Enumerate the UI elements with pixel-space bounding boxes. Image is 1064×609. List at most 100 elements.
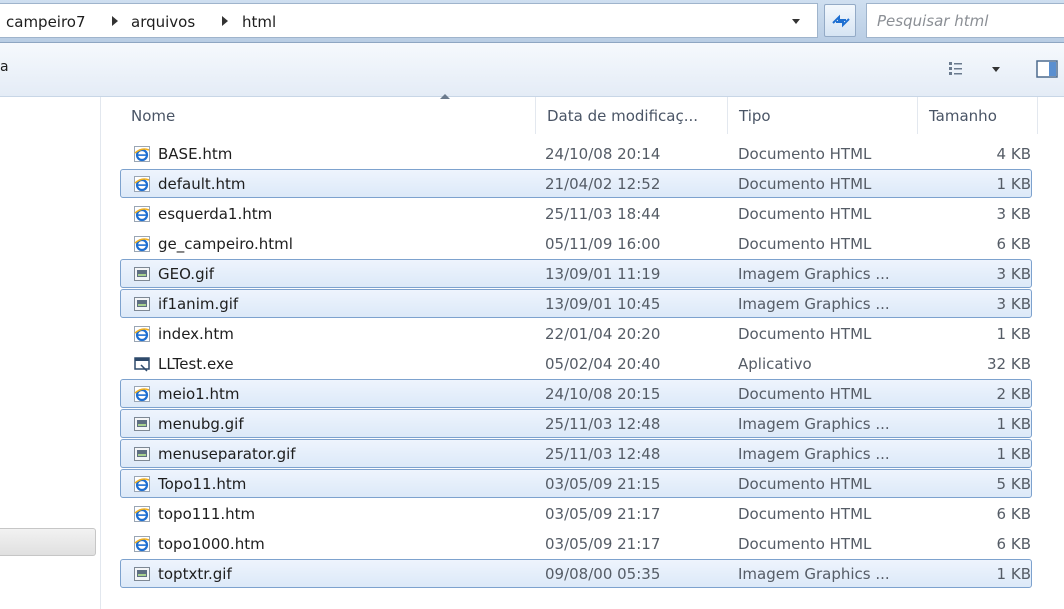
file-size: 1 KB <box>996 565 1031 583</box>
file-row[interactable]: meio1.htm 24/10/08 20:15 Documento HTML 2 K… <box>120 379 1032 408</box>
file-date: 25/11/03 12:48 <box>545 415 661 433</box>
file-row[interactable]: menuseparator.gif 25/11/03 12:48 Imagem Gr… <box>120 439 1032 468</box>
ie-html-icon <box>134 326 150 342</box>
file-date: 24/10/08 20:15 <box>545 385 661 403</box>
file-type: Imagem Graphics ... <box>738 565 890 583</box>
refresh-button[interactable] <box>824 4 856 37</box>
file-name: topo111.htm <box>158 505 256 523</box>
image-file-icon <box>134 416 150 432</box>
file-date: 05/02/04 20:40 <box>545 355 661 373</box>
file-name: esquerda1.htm <box>158 205 273 223</box>
breadcrumb[interactable]: campeiro7 arquivos html <box>0 3 818 38</box>
file-size: 4 KB <box>996 145 1031 163</box>
file-row[interactable]: GEO.gif 13/09/01 11:19 Imagem Graphics ...… <box>120 259 1032 288</box>
toolbar-item-label[interactable]: a <box>0 59 9 75</box>
breadcrumb-item[interactable]: html <box>242 13 276 31</box>
file-type: Documento HTML <box>738 385 872 403</box>
file-name: menubg.gif <box>158 415 244 433</box>
search-input[interactable]: Pesquisar html <box>866 3 1064 38</box>
breadcrumb-chevron-icon[interactable] <box>112 16 118 26</box>
ie-html-icon <box>134 176 150 192</box>
column-header-date[interactable]: Data de modificaç... <box>536 97 728 134</box>
file-type: Aplicativo <box>738 355 812 373</box>
file-size: 6 KB <box>996 505 1031 523</box>
breadcrumb-item[interactable]: campeiro7 <box>6 13 86 31</box>
file-size: 3 KB <box>996 265 1031 283</box>
column-header-type[interactable]: Tipo <box>728 97 918 134</box>
file-name: toptxtr.gif <box>158 565 232 583</box>
file-type: Imagem Graphics ... <box>738 295 890 313</box>
ie-html-icon <box>134 146 150 162</box>
file-type: Documento HTML <box>738 205 872 223</box>
nav-selected-item[interactable] <box>0 528 96 556</box>
ie-html-icon <box>134 476 150 492</box>
file-row[interactable]: Topo11.htm 03/05/09 21:15 Documento HTML 5 … <box>120 469 1032 498</box>
file-type: Documento HTML <box>738 535 872 553</box>
file-date: 25/11/03 18:44 <box>545 205 661 223</box>
column-header-bar: Nome Data de modificaç... Tipo Tamanho <box>120 94 1064 134</box>
file-date: 25/11/03 12:48 <box>545 445 661 463</box>
file-row[interactable]: default.htm 21/04/02 12:52 Documento HTML 1… <box>120 169 1032 198</box>
file-name: Topo11.htm <box>158 475 247 493</box>
file-type: Documento HTML <box>738 145 872 163</box>
column-header-name[interactable]: Nome <box>120 97 536 134</box>
file-size: 6 KB <box>996 235 1031 253</box>
ie-html-icon <box>134 236 150 252</box>
file-date: 03/05/09 21:17 <box>545 535 661 553</box>
file-row[interactable]: index.htm 22/01/04 20:20 Documento HTML 1 K… <box>120 319 1032 348</box>
breadcrumb-chevron-icon[interactable] <box>222 16 228 26</box>
ie-html-icon <box>134 386 150 402</box>
file-row[interactable]: toptxtr.gif 09/08/00 05:35 Imagem Graphics… <box>120 559 1032 588</box>
image-file-icon <box>134 566 150 582</box>
file-size: 2 KB <box>996 385 1031 403</box>
toolbar: a <box>0 43 1064 97</box>
file-date: 09/08/00 05:35 <box>545 565 661 583</box>
file-type: Documento HTML <box>738 175 872 193</box>
file-name: default.htm <box>158 175 246 193</box>
address-history-dropdown-icon[interactable] <box>792 19 800 24</box>
image-file-icon <box>134 296 150 312</box>
file-type: Imagem Graphics ... <box>738 415 890 433</box>
file-date: 03/05/09 21:17 <box>545 505 661 523</box>
ie-html-icon <box>134 536 150 552</box>
image-file-icon <box>134 266 150 282</box>
refresh-icon <box>832 14 850 28</box>
ie-html-icon <box>134 206 150 222</box>
file-name: topo1000.htm <box>158 535 265 553</box>
column-header-size[interactable]: Tamanho <box>918 97 1038 134</box>
file-name: GEO.gif <box>158 265 215 283</box>
file-row[interactable]: if1anim.gif 13/09/01 10:45 Imagem Graphics… <box>120 289 1032 318</box>
file-size: 32 KB <box>987 355 1031 373</box>
breadcrumb-item[interactable]: arquivos <box>131 13 195 31</box>
file-date: 13/09/01 10:45 <box>545 295 661 313</box>
views-icon[interactable] <box>948 61 970 77</box>
file-type: Imagem Graphics ... <box>738 265 890 283</box>
file-date: 13/09/01 11:19 <box>545 265 661 283</box>
file-row[interactable]: menubg.gif 25/11/03 12:48 Imagem Graphics … <box>120 409 1032 438</box>
file-name: index.htm <box>158 325 234 343</box>
address-bar: campeiro7 arquivos html Pesquisar html <box>0 0 1064 43</box>
file-date: 21/04/02 12:52 <box>545 175 661 193</box>
file-name: meio1.htm <box>158 385 240 403</box>
file-size: 6 KB <box>996 535 1031 553</box>
file-size: 1 KB <box>996 175 1031 193</box>
file-date: 24/10/08 20:14 <box>545 145 661 163</box>
file-date: 05/11/09 16:00 <box>545 235 661 253</box>
file-size: 1 KB <box>996 445 1031 463</box>
file-date: 22/01/04 20:20 <box>545 325 661 343</box>
file-row[interactable]: esquerda1.htm 25/11/03 18:44 Documento HTM… <box>120 199 1032 228</box>
file-row[interactable]: ge_campeiro.html 05/11/09 16:00 Documento … <box>120 229 1032 258</box>
file-type: Documento HTML <box>738 475 872 493</box>
file-size: 1 KB <box>996 415 1031 433</box>
image-file-icon <box>134 446 150 462</box>
application-icon <box>134 356 150 372</box>
file-row[interactable]: topo1000.htm 03/05/09 21:17 Documento HTML… <box>120 529 1032 558</box>
file-type: Imagem Graphics ... <box>738 445 890 463</box>
preview-pane-icon[interactable] <box>1036 60 1058 78</box>
file-size: 5 KB <box>996 475 1031 493</box>
file-row[interactable]: BASE.htm 24/10/08 20:14 Documento HTML 4 KB <box>120 139 1032 168</box>
views-dropdown-icon[interactable] <box>992 67 1000 72</box>
file-row[interactable]: topo111.htm 03/05/09 21:17 Documento HTML 6… <box>120 499 1032 528</box>
file-row[interactable]: LLTest.exe 05/02/04 20:40 Aplicativo 32 KB <box>120 349 1032 378</box>
file-type: Documento HTML <box>738 235 872 253</box>
